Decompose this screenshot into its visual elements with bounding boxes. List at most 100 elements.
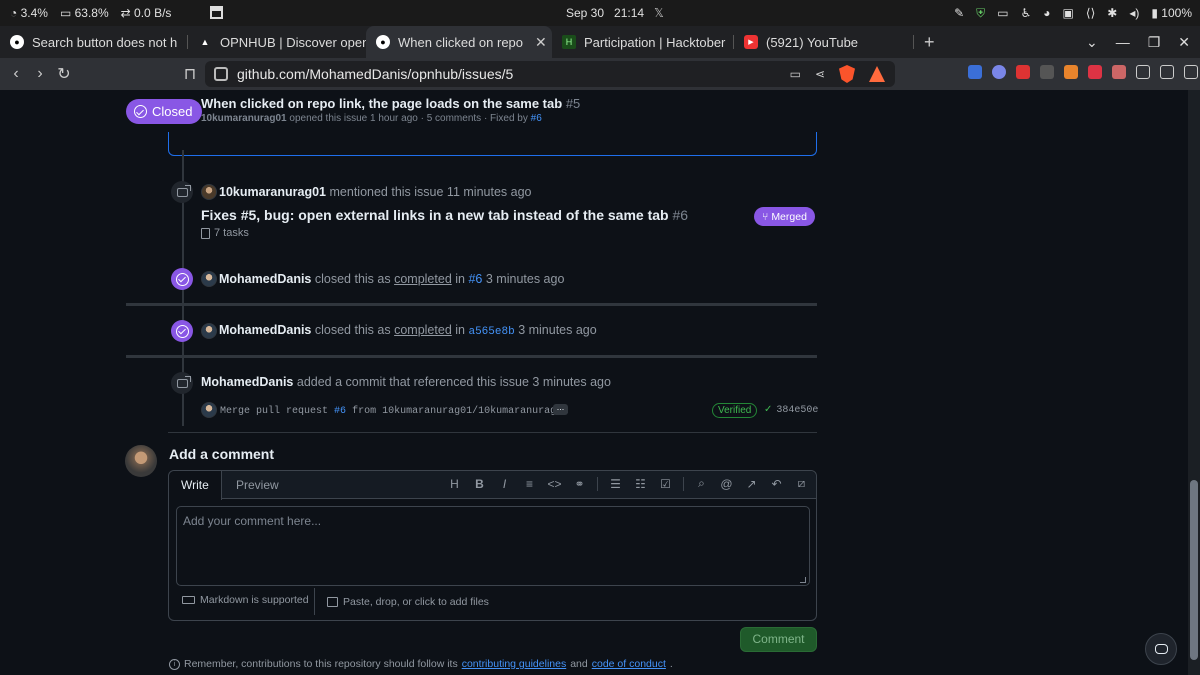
user-link[interactable]: MohamedDanis bbox=[219, 272, 311, 286]
brave-shields-icon[interactable] bbox=[839, 65, 855, 83]
tab-list-icon[interactable]: ⌄ bbox=[1086, 34, 1098, 51]
pr-link[interactable]: #6 bbox=[468, 272, 482, 286]
timeline-end bbox=[168, 432, 817, 433]
attach-files[interactable]: Paste, drop, or click to add files bbox=[314, 588, 489, 615]
slash-command-icon[interactable]: ⧄ bbox=[794, 476, 809, 491]
saved-reply-icon[interactable]: ↶ bbox=[769, 477, 784, 491]
back-icon[interactable]: ‹ bbox=[4, 65, 28, 83]
avatar[interactable] bbox=[201, 402, 217, 418]
tab-preview[interactable]: Preview bbox=[224, 471, 291, 500]
screenshot-icon[interactable]: ▣ bbox=[1063, 6, 1074, 20]
commit-sha[interactable]: ✓ 384e50e bbox=[764, 404, 818, 416]
numbered-list-icon[interactable]: ☰ bbox=[608, 477, 623, 491]
palette-icon[interactable]: ◕ bbox=[1043, 6, 1050, 20]
task-list-icon[interactable]: ☑ bbox=[658, 477, 673, 491]
bluetooth-icon[interactable]: ✱ bbox=[1107, 6, 1117, 20]
shield-icon[interactable]: ⛨ bbox=[976, 6, 985, 21]
browser-tab[interactable]: H Participation | Hacktober bbox=[552, 26, 734, 58]
volume-icon[interactable]: ◂) bbox=[1129, 6, 1139, 20]
markdown-hint[interactable]: Markdown is supported bbox=[182, 594, 309, 606]
bullet-list-icon[interactable]: ☷ bbox=[633, 477, 648, 491]
share-icon[interactable]: ⋖ bbox=[815, 67, 825, 81]
battery-indicator[interactable]: ▮ 100% bbox=[1151, 6, 1192, 20]
browser-tab[interactable]: ▲ OPNHUB | Discover open- bbox=[188, 26, 366, 58]
completed-link[interactable]: completed bbox=[394, 272, 452, 286]
code-of-conduct-link[interactable]: code of conduct bbox=[592, 658, 666, 670]
verified-badge[interactable]: Verified bbox=[712, 403, 758, 418]
site-info-icon[interactable] bbox=[214, 67, 228, 81]
commit-link[interactable]: a565e8b bbox=[468, 326, 514, 338]
link-icon[interactable]: ⚭ bbox=[572, 477, 587, 491]
user-link[interactable]: 10kumaranurag01 bbox=[219, 185, 326, 199]
bookmark-icon[interactable]: ⊓ bbox=[178, 64, 202, 84]
terminal-icon[interactable]: ▭ bbox=[997, 6, 1008, 20]
commit-message[interactable]: Merge pull request #6 from 10kumaranurag… bbox=[220, 406, 568, 417]
info-icon: i bbox=[169, 658, 180, 670]
avatar[interactable] bbox=[201, 323, 217, 339]
user-link[interactable]: MohamedDanis bbox=[201, 375, 293, 389]
italic-icon[interactable]: I bbox=[497, 477, 512, 491]
comment-button[interactable]: Comment bbox=[740, 627, 817, 652]
copilot-button[interactable] bbox=[1145, 633, 1177, 665]
scrollbar-thumb[interactable] bbox=[1190, 480, 1198, 660]
image-icon bbox=[327, 596, 338, 607]
reference-icon[interactable]: ↗ bbox=[744, 477, 759, 491]
os-top-bar: ◔ 3.4% ▭ 63.8% ⇄ 0.0 B/s Sep 30 21:14 𝕏 … bbox=[0, 0, 1200, 26]
close-tab-icon[interactable]: ✕ bbox=[535, 34, 547, 51]
new-tab-button[interactable]: + bbox=[914, 32, 945, 53]
metamask-icon[interactable] bbox=[1064, 65, 1078, 79]
tab-write[interactable]: Write bbox=[169, 471, 222, 500]
maximize-icon[interactable]: ❐ bbox=[1148, 34, 1161, 51]
resize-handle-icon[interactable] bbox=[800, 577, 806, 583]
accessibility-icon[interactable]: ♿ bbox=[1021, 6, 1032, 20]
github-icon: ● bbox=[376, 35, 390, 49]
mention-icon[interactable]: @ bbox=[719, 477, 734, 491]
current-user-avatar[interactable] bbox=[125, 445, 157, 477]
timeline-break bbox=[126, 303, 817, 306]
clock-time[interactable]: 21:14 bbox=[614, 6, 644, 20]
extension-icon[interactable] bbox=[968, 65, 982, 79]
expand-commit-button[interactable]: ... bbox=[553, 403, 568, 415]
linked-pr-title[interactable]: Fixes #5, bug: open external links in a … bbox=[201, 207, 688, 223]
cast-icon[interactable]: ▭ bbox=[790, 67, 801, 81]
page-scrollbar[interactable] bbox=[1188, 90, 1200, 675]
avatar[interactable] bbox=[201, 271, 217, 287]
bold-icon[interactable]: B bbox=[472, 477, 487, 491]
code-icon[interactable]: <> bbox=[547, 477, 562, 491]
issue-author-link[interactable]: 10kumaranurag01 bbox=[201, 113, 287, 124]
comment-textarea[interactable] bbox=[176, 506, 810, 586]
address-bar[interactable]: github.com/MohamedDanis/opnhub/issues/5 … bbox=[205, 61, 895, 87]
close-window-icon[interactable]: ✕ bbox=[1178, 34, 1190, 51]
memory-indicator: ▭ 63.8% bbox=[59, 6, 109, 20]
contributing-guidelines-link[interactable]: contributing guidelines bbox=[462, 658, 567, 670]
clock-date[interactable]: Sep 30 bbox=[566, 6, 604, 20]
forward-icon[interactable]: › bbox=[28, 65, 52, 83]
minimize-icon[interactable]: — bbox=[1116, 34, 1130, 50]
attach-icon[interactable]: ⌕ bbox=[694, 476, 709, 491]
extension-icon[interactable] bbox=[1040, 65, 1054, 79]
wallet-icon[interactable] bbox=[1184, 65, 1198, 79]
fixed-by-link[interactable]: #6 bbox=[531, 113, 542, 124]
youtube-icon: ▶ bbox=[744, 35, 758, 49]
issue-title[interactable]: When clicked on repo link, the page load… bbox=[201, 96, 580, 111]
extension-icon[interactable] bbox=[1112, 65, 1126, 79]
code-icon[interactable]: ⟨⟩ bbox=[1086, 6, 1095, 20]
pen-icon[interactable]: ✎ bbox=[954, 6, 964, 20]
extension-icon[interactable] bbox=[992, 65, 1006, 79]
browser-tab[interactable]: ▶ (5921) YouTube bbox=[734, 26, 914, 58]
brave-rewards-icon[interactable] bbox=[869, 66, 885, 82]
browser-tab[interactable]: ● Search button does not h bbox=[0, 26, 188, 58]
heading-icon[interactable]: H bbox=[447, 477, 462, 491]
quote-icon[interactable]: ≡ bbox=[522, 477, 537, 491]
browser-tab-active[interactable]: ● When clicked on repo ✕ bbox=[366, 26, 552, 58]
lock-extension-icon[interactable] bbox=[1016, 65, 1030, 79]
sidebar-icon[interactable] bbox=[1160, 65, 1174, 79]
workspace-icon[interactable] bbox=[210, 6, 223, 19]
user-link[interactable]: MohamedDanis bbox=[219, 323, 311, 337]
reload-icon[interactable]: ↻ bbox=[52, 64, 76, 84]
avatar[interactable] bbox=[201, 184, 217, 200]
completed-link[interactable]: completed bbox=[394, 323, 452, 337]
network-indicator: ⇄ 0.0 B/s bbox=[120, 6, 172, 20]
extension-icon[interactable] bbox=[1088, 65, 1102, 79]
extensions-puzzle-icon[interactable] bbox=[1136, 65, 1150, 79]
